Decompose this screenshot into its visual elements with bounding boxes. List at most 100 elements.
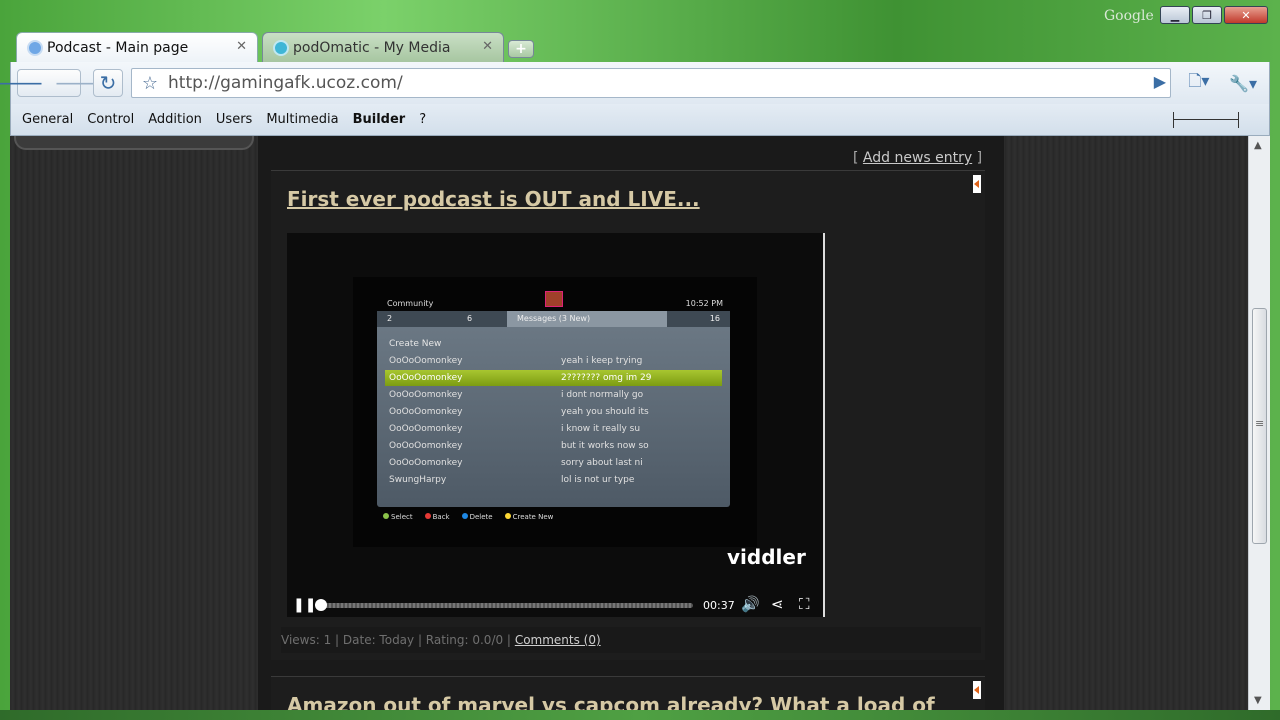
window-controls: ▁ ❐ ✕ xyxy=(1158,6,1268,24)
progress-knob[interactable] xyxy=(315,599,327,611)
scroll-up-icon[interactable]: ▲ xyxy=(1254,140,1262,151)
tab-close-icon[interactable]: ✕ xyxy=(482,39,493,54)
tab-favicon-icon xyxy=(273,40,289,56)
pause-icon[interactable]: ❚❚ xyxy=(293,597,316,613)
party-tab: 6 xyxy=(467,314,473,323)
resize-handle-icon[interactable] xyxy=(1173,112,1239,128)
volume-icon[interactable]: 🔊 xyxy=(741,595,760,613)
message-preview: yeah you should its xyxy=(561,407,649,417)
message-sender: SwungHarpy xyxy=(389,475,447,485)
legend-item: Select xyxy=(383,513,413,521)
legend-label: Select xyxy=(391,513,413,521)
add-news-link-wrap: [ Add news entry ] xyxy=(853,150,982,166)
close-window-button[interactable]: ✕ xyxy=(1224,6,1268,24)
messages-panel: 2 6 Messages (3 New) 16 Create New OoOoO… xyxy=(377,311,730,507)
messages-tab: Messages (3 New) xyxy=(507,311,667,327)
message-preview: i know it really su xyxy=(561,424,641,434)
left-decoration xyxy=(14,136,254,150)
bar-item-help[interactable]: ? xyxy=(419,112,426,127)
address-bar[interactable]: ☆ http://gamingafk.ucoz.com/ ▶ xyxy=(131,68,1171,98)
message-sender: OoOoOomonkey xyxy=(389,373,463,383)
bar-item-addition[interactable]: Addition xyxy=(148,112,202,127)
button-dot-icon xyxy=(383,513,389,519)
next-entry-title[interactable]: Amazon out of marvel vs capcom already? … xyxy=(287,693,935,710)
button-dot-icon xyxy=(424,513,431,519)
legend-item: Back xyxy=(424,513,450,521)
message-row: OoOoOomonkey i know it really su xyxy=(385,421,722,437)
video-frame: Community 10:52 PM 2 6 Messages (3 New) … xyxy=(353,277,757,547)
add-news-entry-link[interactable]: Add news entry xyxy=(863,150,972,166)
message-preview: lol is not ur type xyxy=(561,475,635,485)
message-preview: 2??????? omg im 29 xyxy=(561,373,652,383)
scroll-down-icon[interactable]: ▼ xyxy=(1254,695,1262,706)
comments-link[interactable]: Comments (0) xyxy=(515,633,601,647)
bar-item-multimedia[interactable]: Multimedia xyxy=(266,112,338,127)
window-bottom-edge xyxy=(0,710,1280,720)
scroll-thumb[interactable] xyxy=(1252,308,1267,544)
entry-menu-icon[interactable] xyxy=(973,175,981,193)
legend-item: Delete xyxy=(461,513,493,521)
page-viewport: [ Add news entry ] First ever podcast is… xyxy=(10,136,1248,710)
message-row: OoOoOomonkey i dont normally go xyxy=(385,387,722,403)
entry-title-link[interactable]: First ever podcast is OUT and LIVE... xyxy=(287,187,700,211)
entry-stats: Views: 1 | Date: Today | Rating: 0.0/0 | xyxy=(281,633,511,647)
tab-podomatic[interactable]: podOmatic - My Media ✕ xyxy=(262,32,504,62)
bar-item-users[interactable]: Users xyxy=(216,112,252,127)
tab-podcast-main[interactable]: Podcast - Main page ✕ xyxy=(16,32,258,62)
tab-title: Podcast - Main page xyxy=(47,39,189,56)
minimize-button[interactable]: ▁ xyxy=(1160,6,1190,24)
back-arrow-icon[interactable]: 🡐 xyxy=(0,71,44,95)
maximize-button[interactable]: ❐ xyxy=(1192,6,1222,24)
news-entry-next: Amazon out of marvel vs capcom already? … xyxy=(271,676,985,710)
message-row: SwungHarpy lol is not ur type xyxy=(385,472,722,488)
message-sender: OoOoOomonkey xyxy=(389,441,463,451)
bar-item-general[interactable]: General xyxy=(22,112,73,127)
bracket-open: [ xyxy=(853,150,859,166)
tab-close-icon[interactable]: ✕ xyxy=(236,39,247,54)
fullscreen-icon[interactable]: ⛶ xyxy=(799,595,810,613)
message-sender: OoOoOomonkey xyxy=(389,458,463,468)
message-sender: OoOoOomonkey xyxy=(389,390,463,400)
bar-item-builder[interactable]: Builder xyxy=(353,112,406,127)
viddler-logo: viddler xyxy=(727,545,806,569)
players-tab: 16 xyxy=(709,314,720,323)
button-dot-icon xyxy=(504,513,511,519)
go-arrow-icon[interactable]: ▶ xyxy=(1154,72,1166,91)
message-row: OoOoOomonkey 2??????? omg im 29 xyxy=(385,370,722,386)
page-menu-icon[interactable]: 🗋▾ xyxy=(1179,69,1219,97)
entry-meta: Views: 1 | Date: Today | Rating: 0.0/0 |… xyxy=(281,627,981,653)
tab-favicon-icon xyxy=(27,40,43,56)
bar-item-control[interactable]: Control xyxy=(87,112,134,127)
video-player[interactable]: Community 10:52 PM 2 6 Messages (3 New) … xyxy=(287,233,825,617)
message-row: OoOoOomonkey yeah i keep trying xyxy=(385,353,722,369)
google-label: Google xyxy=(1104,8,1154,24)
news-entry: First ever podcast is OUT and LIVE... Co… xyxy=(271,170,985,660)
friends-tab: 2 xyxy=(387,314,393,323)
messages-tabs: 2 6 Messages (3 New) 16 xyxy=(377,311,730,327)
browser-window: Google ▁ ❐ ✕ Podcast - Main page ✕ podOm… xyxy=(0,0,1280,720)
legend-label: Create New xyxy=(512,513,554,521)
new-tab-button[interactable]: + xyxy=(508,40,534,58)
tab-strip: Podcast - Main page ✕ podOmatic - My Med… xyxy=(16,30,534,62)
progress-bar[interactable] xyxy=(317,603,693,608)
share-icon[interactable]: ⋖ xyxy=(771,595,784,613)
reload-icon[interactable]: ↻ xyxy=(93,69,123,97)
message-row: OoOoOomonkey yeah you should its xyxy=(385,404,722,420)
navigation-toolbar: 🡐 🡒 ↻ ☆ http://gamingafk.ucoz.com/ ▶ 🗋▾ … xyxy=(0,62,1270,104)
message-row: OoOoOomonkey sorry about last ni xyxy=(385,455,722,471)
message-preview: i dont normally go xyxy=(561,390,644,400)
url-text[interactable]: http://gamingafk.ucoz.com/ xyxy=(168,73,403,93)
player-controls: ❚❚ 00:37 🔊 ⋖ ⛶ xyxy=(287,593,823,617)
community-label: Community xyxy=(387,299,434,308)
legend-item: Create New xyxy=(504,513,554,521)
gamer-avatar xyxy=(545,291,563,307)
wrench-menu-icon[interactable]: 🔧▾ xyxy=(1223,69,1263,97)
create-new-label: Create New xyxy=(389,339,442,349)
entry-menu-icon[interactable] xyxy=(973,681,981,699)
message-sender: OoOoOomonkey xyxy=(389,407,463,417)
legend-label: Back xyxy=(432,513,450,521)
vertical-scrollbar[interactable]: ▲ ▼ xyxy=(1248,136,1270,710)
bookmark-star-icon[interactable]: ☆ xyxy=(132,73,168,94)
button-dot-icon xyxy=(461,513,468,519)
tab-title: podOmatic - My Media xyxy=(293,39,451,56)
